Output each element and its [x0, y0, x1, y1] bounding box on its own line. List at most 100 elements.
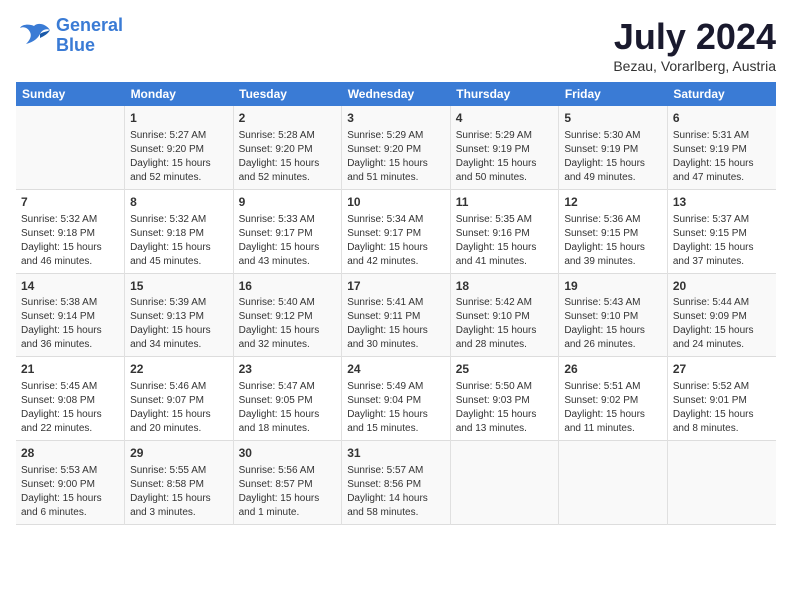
day-info: Sunrise: 5:33 AMSunset: 9:17 PMDaylight:…: [239, 213, 337, 269]
day-info: Sunrise: 5:50 AMSunset: 9:03 PMDaylight:…: [456, 380, 554, 436]
day-number: 26: [564, 361, 662, 378]
day-number: 1: [130, 110, 228, 127]
day-cell: 18Sunrise: 5:42 AMSunset: 9:10 PMDayligh…: [450, 273, 559, 357]
day-number: 22: [130, 361, 228, 378]
day-cell: 4 Sunrise: 5:29 AMSunset: 9:19 PMDaylight…: [450, 106, 559, 189]
weekday-header-friday: Friday: [559, 82, 668, 106]
week-row-5: 28 Sunrise: 5:53 AMSunset: 9:00 PMDayligh…: [16, 441, 776, 525]
day-info: Sunrise: 5:35 AMSunset: 9:16 PMDaylight:…: [456, 213, 554, 269]
day-cell: 10 Sunrise: 5:34 AMSunset: 9:17 PMDayligh…: [342, 189, 451, 273]
day-cell: 15Sunrise: 5:39 AMSunset: 9:13 PMDayligh…: [125, 273, 234, 357]
day-number: 2: [239, 110, 337, 127]
day-cell: [450, 441, 559, 525]
day-number: 11: [456, 194, 554, 211]
day-number: 4: [456, 110, 554, 127]
day-number: 24: [347, 361, 445, 378]
day-number: 7: [21, 194, 119, 211]
day-info: Sunrise: 5:36 AMSunset: 9:15 PMDaylight:…: [564, 213, 662, 269]
day-number: 29: [130, 445, 228, 462]
day-info: Sunrise: 5:44 AMSunset: 9:09 PMDaylight:…: [673, 296, 771, 352]
day-info: Sunrise: 5:52 AMSunset: 9:01 PMDaylight:…: [673, 380, 771, 436]
day-cell: 20Sunrise: 5:44 AMSunset: 9:09 PMDayligh…: [667, 273, 776, 357]
day-number: 27: [673, 361, 771, 378]
week-row-3: 14Sunrise: 5:38 AMSunset: 9:14 PMDayligh…: [16, 273, 776, 357]
day-number: 9: [239, 194, 337, 211]
day-cell: 9 Sunrise: 5:33 AMSunset: 9:17 PMDaylight…: [233, 189, 342, 273]
day-cell: 27 Sunrise: 5:52 AMSunset: 9:01 PMDayligh…: [667, 357, 776, 441]
day-cell: [559, 441, 668, 525]
day-info: Sunrise: 5:30 AMSunset: 9:19 PMDaylight:…: [564, 129, 662, 185]
day-number: 28: [21, 445, 119, 462]
day-number: 6: [673, 110, 771, 127]
day-cell: 23 Sunrise: 5:47 AMSunset: 9:05 PMDayligh…: [233, 357, 342, 441]
day-number: 18: [456, 278, 554, 295]
day-info: Sunrise: 5:42 AMSunset: 9:10 PMDaylight:…: [456, 296, 554, 352]
calendar-table: SundayMondayTuesdayWednesdayThursdayFrid…: [16, 82, 776, 525]
day-info: Sunrise: 5:51 AMSunset: 9:02 PMDaylight:…: [564, 380, 662, 436]
day-cell: 5 Sunrise: 5:30 AMSunset: 9:19 PMDaylight…: [559, 106, 668, 189]
weekday-header-sunday: Sunday: [16, 82, 125, 106]
day-number: 12: [564, 194, 662, 211]
day-info: Sunrise: 5:31 AMSunset: 9:19 PMDaylight:…: [673, 129, 771, 185]
week-row-2: 7 Sunrise: 5:32 AMSunset: 9:18 PMDaylight…: [16, 189, 776, 273]
day-info: Sunrise: 5:55 AMSunset: 8:58 PMDaylight:…: [130, 464, 228, 520]
day-info: Sunrise: 5:29 AMSunset: 9:20 PMDaylight:…: [347, 129, 445, 185]
day-number: 10: [347, 194, 445, 211]
day-info: Sunrise: 5:32 AMSunset: 9:18 PMDaylight:…: [21, 213, 119, 269]
day-number: 20: [673, 278, 771, 295]
day-info: Sunrise: 5:43 AMSunset: 9:10 PMDaylight:…: [564, 296, 662, 352]
day-cell: 28 Sunrise: 5:53 AMSunset: 9:00 PMDayligh…: [16, 441, 125, 525]
week-row-1: 1Sunrise: 5:27 AMSunset: 9:20 PMDaylight…: [16, 106, 776, 189]
day-number: 5: [564, 110, 662, 127]
week-row-4: 21Sunrise: 5:45 AMSunset: 9:08 PMDayligh…: [16, 357, 776, 441]
weekday-header-thursday: Thursday: [450, 82, 559, 106]
day-cell: 31 Sunrise: 5:57 AMSunset: 8:56 PMDayligh…: [342, 441, 451, 525]
title-block: July 2024 Bezau, Vorarlberg, Austria: [613, 16, 776, 74]
day-number: 31: [347, 445, 445, 462]
day-number: 16: [239, 278, 337, 295]
day-info: Sunrise: 5:57 AMSunset: 8:56 PMDaylight:…: [347, 464, 445, 520]
day-info: Sunrise: 5:34 AMSunset: 9:17 PMDaylight:…: [347, 213, 445, 269]
day-cell: 17Sunrise: 5:41 AMSunset: 9:11 PMDayligh…: [342, 273, 451, 357]
day-cell: 14Sunrise: 5:38 AMSunset: 9:14 PMDayligh…: [16, 273, 125, 357]
day-cell: 3 Sunrise: 5:29 AMSunset: 9:20 PMDaylight…: [342, 106, 451, 189]
day-number: 3: [347, 110, 445, 127]
day-number: 8: [130, 194, 228, 211]
logo: General Blue: [16, 16, 123, 56]
weekday-header-row: SundayMondayTuesdayWednesdayThursdayFrid…: [16, 82, 776, 106]
day-cell: 30Sunrise: 5:56 AMSunset: 8:57 PMDayligh…: [233, 441, 342, 525]
day-cell: 25 Sunrise: 5:50 AMSunset: 9:03 PMDayligh…: [450, 357, 559, 441]
day-number: 13: [673, 194, 771, 211]
day-info: Sunrise: 5:46 AMSunset: 9:07 PMDaylight:…: [130, 380, 228, 436]
day-number: 25: [456, 361, 554, 378]
day-cell: 24 Sunrise: 5:49 AMSunset: 9:04 PMDayligh…: [342, 357, 451, 441]
day-info: Sunrise: 5:38 AMSunset: 9:14 PMDaylight:…: [21, 296, 119, 352]
day-info: Sunrise: 5:40 AMSunset: 9:12 PMDaylight:…: [239, 296, 337, 352]
logo-text: General Blue: [56, 16, 123, 56]
weekday-header-tuesday: Tuesday: [233, 82, 342, 106]
day-cell: 11 Sunrise: 5:35 AMSunset: 9:16 PMDayligh…: [450, 189, 559, 273]
day-info: Sunrise: 5:47 AMSunset: 9:05 PMDaylight:…: [239, 380, 337, 436]
day-cell: [16, 106, 125, 189]
day-cell: 2 Sunrise: 5:28 AMSunset: 9:20 PMDaylight…: [233, 106, 342, 189]
day-cell: 7 Sunrise: 5:32 AMSunset: 9:18 PMDaylight…: [16, 189, 125, 273]
day-cell: 19Sunrise: 5:43 AMSunset: 9:10 PMDayligh…: [559, 273, 668, 357]
day-info: Sunrise: 5:37 AMSunset: 9:15 PMDaylight:…: [673, 213, 771, 269]
day-info: Sunrise: 5:53 AMSunset: 9:00 PMDaylight:…: [21, 464, 119, 520]
month-title: July 2024: [613, 16, 776, 58]
day-number: 21: [21, 361, 119, 378]
day-number: 15: [130, 278, 228, 295]
day-number: 23: [239, 361, 337, 378]
location: Bezau, Vorarlberg, Austria: [613, 58, 776, 74]
day-cell: 1Sunrise: 5:27 AMSunset: 9:20 PMDaylight…: [125, 106, 234, 189]
day-cell: 12 Sunrise: 5:36 AMSunset: 9:15 PMDayligh…: [559, 189, 668, 273]
day-number: 14: [21, 278, 119, 295]
weekday-header-wednesday: Wednesday: [342, 82, 451, 106]
day-number: 19: [564, 278, 662, 295]
day-cell: 6 Sunrise: 5:31 AMSunset: 9:19 PMDaylight…: [667, 106, 776, 189]
day-info: Sunrise: 5:29 AMSunset: 9:19 PMDaylight:…: [456, 129, 554, 185]
day-cell: 8Sunrise: 5:32 AMSunset: 9:18 PMDaylight…: [125, 189, 234, 273]
weekday-header-saturday: Saturday: [667, 82, 776, 106]
day-info: Sunrise: 5:28 AMSunset: 9:20 PMDaylight:…: [239, 129, 337, 185]
day-info: Sunrise: 5:49 AMSunset: 9:04 PMDaylight:…: [347, 380, 445, 436]
